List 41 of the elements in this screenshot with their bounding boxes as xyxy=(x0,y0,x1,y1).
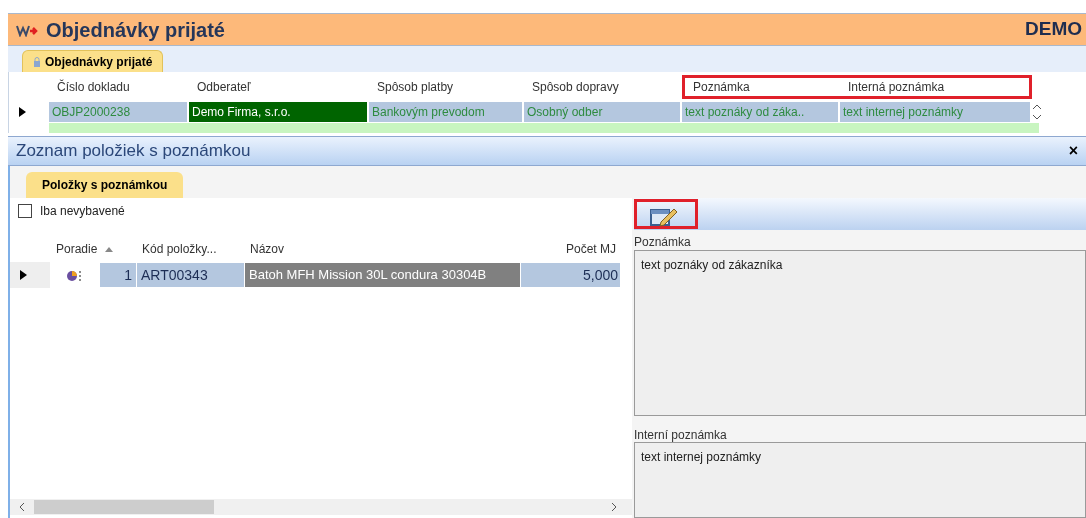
table-cell: OBJP2000238 xyxy=(49,102,187,122)
column-header[interactable]: Odberateľ xyxy=(189,77,369,96)
horizontal-scrollbar[interactable] xyxy=(10,499,632,515)
tab[interactable]: Položky s poznámkou xyxy=(26,172,184,198)
internal-note-field[interactable]: text internej poznámky xyxy=(634,442,1086,518)
column-header[interactable]: Spôsob platby xyxy=(369,77,524,96)
close-button[interactable]: × xyxy=(1068,139,1078,163)
edit-note-icon xyxy=(649,206,679,228)
tab[interactable]: Objednávky prijaté xyxy=(22,50,164,72)
scroll-left-icon[interactable] xyxy=(18,502,26,512)
checkbox[interactable] xyxy=(18,204,32,218)
table-cell: 5,000 xyxy=(520,263,620,287)
column-header[interactable]: Spôsob dopravy xyxy=(524,77,682,96)
edit-button[interactable] xyxy=(634,199,698,229)
table-cell: Bankovým prevodom xyxy=(369,102,522,122)
column-header[interactable]: Interná poznámka xyxy=(840,77,1029,96)
scroll-arrows-icon[interactable] xyxy=(1032,102,1042,122)
lock-icon xyxy=(33,56,41,67)
table-cell: 1 xyxy=(100,263,136,287)
column-header[interactable]: Počet MJ xyxy=(520,240,620,258)
column-header[interactable]: Číslo dokladu xyxy=(49,77,189,96)
column-header[interactable]: Poradie xyxy=(50,240,136,258)
table-cell: text poznáky od záka.. xyxy=(682,102,838,122)
column-header[interactable]: Kód položky... xyxy=(136,240,244,258)
edition-label: DEMO xyxy=(1025,17,1082,42)
note-field[interactable]: text poznáky od zákazníka xyxy=(634,250,1086,416)
field-label: Poznámka xyxy=(634,234,692,250)
item-type-icon xyxy=(66,268,82,282)
window-title: Objednávky prijaté xyxy=(46,17,225,43)
field-label: Interní poznámka xyxy=(634,427,728,442)
table-cell: text internej poznámky xyxy=(840,102,1030,122)
table-cell: ART00343 xyxy=(136,263,244,287)
scrollbar-thumb[interactable] xyxy=(34,500,214,514)
table-cell: Osobný odber xyxy=(524,102,680,122)
scroll-right-icon[interactable] xyxy=(610,502,618,512)
panel-title: Zoznam položiek s poznámkou xyxy=(16,140,251,163)
table-cell: Batoh MFH Mission 30L condura 30304B xyxy=(244,263,520,287)
column-header[interactable]: Názov xyxy=(244,240,520,258)
checkbox-label: Iba nevybavené xyxy=(40,203,125,220)
column-header[interactable]: Poznámka xyxy=(685,77,840,96)
table-cell: Demo Firma, s.r.o. xyxy=(189,102,367,122)
